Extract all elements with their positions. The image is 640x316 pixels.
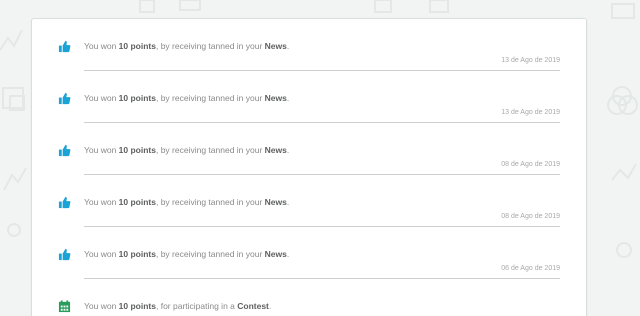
notification-message: You won 10 points, by receiving tanned i… [84,93,289,103]
notification-message: You won 10 points, by receiving tanned i… [84,197,289,207]
notification-message: You won 10 points, by receiving tanned i… [84,145,289,155]
notification-item: You won 10 points, by receiving tanned i… [58,19,560,71]
notification-middle: , by receiving tanned in your [155,249,265,259]
notification-points: 10 points [118,301,156,311]
thumbs-up-icon [58,144,71,157]
notification-middle: , by receiving tanned in your [155,93,265,103]
notification-prefix: You won [84,93,119,103]
notification-target[interactable]: Contest [237,301,269,311]
notification-points: 10 points [118,197,156,207]
notification-date: 06 de Ago de 2019 [501,265,560,272]
notification-middle: , by receiving tanned in your [155,197,265,207]
notification-suffix: . [286,145,290,155]
notification-suffix: . [286,197,290,207]
notification-item: You won 10 points, by receiving tanned i… [58,175,560,227]
thumbs-up-icon [58,92,71,105]
notification-middle: , for participating in a [155,301,238,311]
notification-target[interactable]: News [265,93,287,103]
notification-item: You won 10 points, by receiving tanned i… [58,227,560,279]
notification-prefix: You won [84,249,119,259]
notification-suffix: . [286,249,290,259]
notification-target[interactable]: News [265,197,287,207]
notification-message: You won 10 points, for participating in … [84,301,271,311]
notification-suffix: . [268,301,272,311]
doodle-line-left [0,29,23,51]
notification-item: You won 10 points, by receiving tanned i… [58,123,560,175]
notification-suffix: . [286,41,290,51]
notification-suffix: . [286,93,290,103]
thumbs-up-icon [58,196,71,209]
calendar-icon [58,300,71,313]
notification-prefix: You won [84,41,119,51]
notification-points: 10 points [118,41,156,51]
notification-target[interactable]: News [265,249,287,259]
thumbs-up-icon [58,248,71,261]
notification-target[interactable]: News [265,145,287,155]
notification-item: You won 10 points, for participating in … [58,279,560,316]
notification-prefix: You won [84,197,119,207]
notification-prefix: You won [84,145,119,155]
notification-date: 08 de Ago de 2019 [501,213,560,220]
notifications-panel: You won 10 points, by receiving tanned i… [31,18,587,316]
notification-middle: , by receiving tanned in your [155,41,265,51]
notification-message: You won 10 points, by receiving tanned i… [84,41,289,51]
notification-item: You won 10 points, by receiving tanned i… [58,71,560,123]
notification-middle: , by receiving tanned in your [155,145,265,155]
doodle-cube-left [2,87,24,109]
notification-prefix: You won [84,301,119,311]
thumbs-up-icon [58,40,71,53]
notification-message: You won 10 points, by receiving tanned i… [84,249,289,259]
notification-target[interactable]: News [265,41,287,51]
notification-date: 13 de Ago de 2019 [501,109,560,116]
notification-points: 10 points [118,93,156,103]
notification-date: 08 de Ago de 2019 [501,161,560,168]
notification-points: 10 points [118,249,156,259]
notification-date: 13 de Ago de 2019 [501,57,560,64]
notification-points: 10 points [118,145,156,155]
